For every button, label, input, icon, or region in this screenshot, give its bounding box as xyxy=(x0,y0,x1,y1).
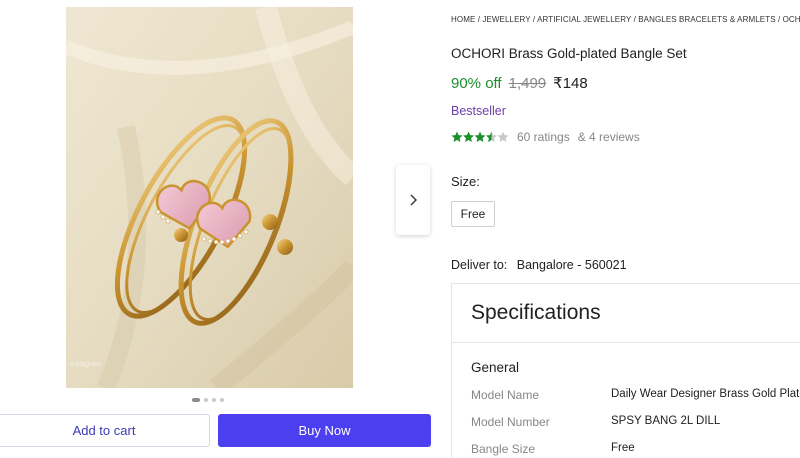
specifications-title: Specifications xyxy=(471,301,601,324)
ratings-row[interactable]: 60 ratings & 4 reviews xyxy=(451,130,640,144)
star-rating xyxy=(451,131,509,143)
discount-percent: 90% off xyxy=(451,75,502,92)
star-icon xyxy=(451,131,509,142)
price-row: 90% off 1,499 ₹148 xyxy=(451,74,588,92)
size-option-free[interactable]: Free xyxy=(451,201,495,227)
carousel-dot[interactable] xyxy=(204,398,208,402)
divider xyxy=(452,342,800,343)
bestseller-badge: Bestseller xyxy=(451,104,506,118)
carousel-dot[interactable] xyxy=(220,398,224,402)
delivery-location[interactable]: Deliver to: Bangalore - 560021 xyxy=(451,258,627,272)
delivery-pincode: Bangalore - 560021 xyxy=(516,258,627,272)
spec-value: SPSY BANG 2L DILL xyxy=(611,415,721,427)
original-price: 1,499 xyxy=(508,75,547,92)
carousel-dot[interactable] xyxy=(192,398,200,402)
next-image-button[interactable] xyxy=(396,165,430,235)
spec-key: Model Number xyxy=(471,415,550,429)
product-gallery: Instagram Add to cart Buy Now xyxy=(0,0,440,458)
reviews-count: & 4 reviews xyxy=(577,130,640,144)
image-carousel-dots xyxy=(192,398,224,402)
spec-value: Free xyxy=(611,442,635,454)
product-details: HOME / JEWELLERY / ARTIFICIAL JEWELLERY … xyxy=(451,0,800,458)
specifications-panel: Specifications General Model Name Daily … xyxy=(451,283,800,458)
add-to-cart-button[interactable]: Add to cart xyxy=(0,414,210,447)
image-watermark: Instagram xyxy=(70,361,102,368)
spec-value: Daily Wear Designer Brass Gold Plated xyxy=(611,388,800,400)
breadcrumb[interactable]: HOME / JEWELLERY / ARTIFICIAL JEWELLERY … xyxy=(451,15,800,24)
bangle-illustration xyxy=(66,7,353,388)
deliver-to-label: Deliver to: xyxy=(451,258,508,272)
chevron-right-icon xyxy=(410,194,417,206)
size-label: Size: xyxy=(451,174,480,189)
ratings-count: 60 ratings xyxy=(517,130,570,144)
buy-now-button[interactable]: Buy Now xyxy=(218,414,431,447)
selling-price: ₹148 xyxy=(553,75,588,92)
product-title: OCHORI Brass Gold-plated Bangle Set xyxy=(451,46,687,61)
spec-key: Model Name xyxy=(471,388,540,402)
spec-group-title: General xyxy=(471,360,520,375)
carousel-dot[interactable] xyxy=(212,398,216,402)
spec-key: Bangle Size xyxy=(471,442,536,456)
product-image[interactable]: Instagram xyxy=(66,7,353,388)
